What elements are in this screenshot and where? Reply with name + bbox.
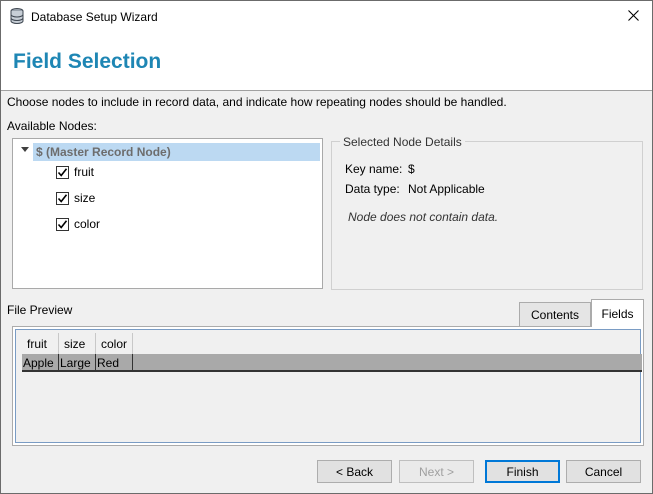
finish-button[interactable]: Finish [485,460,560,483]
tree-node-label: color [74,217,101,231]
available-nodes-label: Available Nodes: [7,119,97,133]
wizard-header: Field Selection [1,33,652,91]
file-preview-label: File Preview [7,303,73,317]
tab-fields[interactable]: Fields [591,299,644,327]
color-checkbox[interactable] [56,217,69,231]
node-note: Node does not contain data. [348,210,499,224]
table-cell: Apple [22,354,59,372]
node-tree[interactable]: $ (Master Record Node) fruit size color [12,138,323,289]
tree-node-label: fruit [74,165,95,179]
tree-node-color[interactable]: color [56,215,100,233]
instructions-text: Choose nodes to include in record data, … [7,95,507,109]
tree-node-size[interactable]: size [56,189,95,207]
selected-node-details: Selected Node Details Key name: $ Data t… [331,135,643,290]
key-name-row: Key name: $ [345,162,415,176]
grid-header: fruit size color [22,333,133,355]
checkmark-icon [57,193,68,203]
fields-grid[interactable]: fruit size color Apple Large Red [15,329,642,443]
tab-contents[interactable]: Contents [519,302,591,326]
database-icon [10,8,24,25]
next-button[interactable]: Next > [399,460,474,483]
column-header-fruit[interactable]: fruit [22,333,59,355]
collapse-arrow-icon[interactable] [21,147,29,152]
details-legend: Selected Node Details [340,135,465,149]
column-header-color[interactable]: color [96,333,133,355]
key-name-value: $ [408,162,415,176]
data-type-label: Data type: [345,182,400,196]
checkmark-icon [57,219,68,229]
fruit-checkbox[interactable] [56,165,69,179]
table-cell: Red [96,354,133,372]
title-bar: Database Setup Wizard [1,1,652,33]
tree-node-fruit[interactable]: fruit [56,163,94,181]
column-header-size[interactable]: size [59,333,96,355]
tree-node-label: size [74,191,96,205]
table-row[interactable]: Apple Large Red [22,354,642,372]
preview-panel: fruit size color Apple Large Red [12,326,644,446]
data-type-row: Data type: Not Applicable [345,182,485,196]
tree-root-node[interactable]: $ (Master Record Node) [33,143,320,161]
key-name-label: Key name: [345,162,403,176]
checkmark-icon [57,167,68,177]
size-checkbox[interactable] [56,191,69,205]
wizard-window: Database Setup Wizard Field Selection Ch… [0,0,653,494]
data-type-value: Not Applicable [408,182,485,196]
close-button[interactable] [614,1,652,33]
table-cell: Large [59,354,96,372]
close-icon[interactable] [627,10,639,24]
root-node-label: $ (Master Record Node) [36,145,171,159]
page-title: Field Selection [13,50,162,73]
window-title: Database Setup Wizard [31,10,158,24]
cancel-button[interactable]: Cancel [566,460,641,483]
back-button[interactable]: < Back [317,460,392,483]
